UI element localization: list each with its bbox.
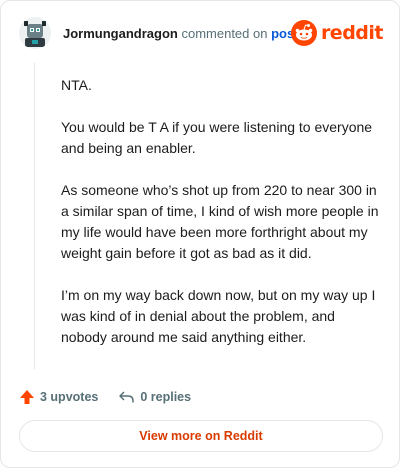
action-text: commented on [181,26,268,41]
comment-header: Jormungandragon commented on post reddit [19,17,384,53]
upvote-count: 3 upvotes [40,390,99,404]
comment-paragraph: As someone who’s shot up from 220 to nea… [61,182,379,261]
reddit-logo[interactable]: reddit [290,19,384,47]
reddit-snoo-icon [290,20,317,46]
upvote-button[interactable]: 3 upvotes [19,389,98,405]
reply-button[interactable]: 0 replies [118,389,191,405]
comment-byline: Jormungandragon commented on post [63,26,299,41]
username-link[interactable]: Jormungandragon [63,26,178,41]
avatar[interactable] [19,17,51,49]
upvote-arrow-icon [20,390,34,404]
comment-actions: 3 upvotes 0 replies [19,386,191,408]
comment-paragraph: NTA. [61,77,92,93]
comment-paragraph: You would be T A if you were listening t… [61,119,373,156]
comment-paragraph: I’m on my way back down now, but on my w… [61,287,376,345]
view-more-button[interactable]: View more on Reddit [19,420,383,452]
reply-count: 0 replies [140,390,192,404]
reply-arrow-icon [119,391,135,403]
embedded-comment-card: Jormungandragon commented on post reddit… [0,0,400,468]
user-avatar-icon [19,17,51,49]
thread-line [34,63,35,369]
comment-body: NTA. You would be T A if you were listen… [61,75,383,369]
reddit-wordmark: reddit [320,22,384,44]
